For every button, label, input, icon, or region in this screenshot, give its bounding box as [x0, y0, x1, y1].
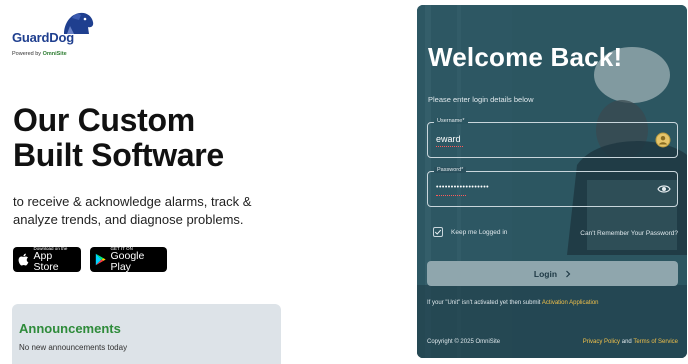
announcements-box: Announcements No new announcements today	[12, 304, 281, 364]
apple-icon	[18, 253, 29, 266]
chevron-right-icon	[566, 270, 571, 277]
footer-links: Privacy Policy and Terms of Service	[583, 339, 678, 345]
user-badge-icon[interactable]	[655, 132, 671, 148]
privacy-policy-link[interactable]: Privacy Policy	[583, 339, 620, 345]
app-store-label: App Store	[33, 250, 59, 273]
guard-dog-logo-icon	[64, 12, 94, 35]
login-button[interactable]: Login	[427, 261, 678, 286]
password-field[interactable]: Password* ••••••••••••••••••	[427, 167, 678, 207]
login-button-label: Login	[533, 268, 558, 279]
forgot-password-link[interactable]: Can't Remember Your Password?	[580, 230, 678, 237]
google-play-label: Google Play	[110, 250, 145, 273]
copyright-text: Copyright © 2025 OmniSite	[427, 339, 501, 345]
announcements-title: Announcements	[19, 321, 121, 336]
remember-checkbox[interactable]	[433, 227, 443, 237]
username-field[interactable]: Username* eward	[427, 118, 678, 158]
terms-of-service-link[interactable]: Terms of Service	[633, 339, 678, 345]
username-input[interactable]: eward	[436, 134, 461, 144]
spellcheck-underline	[436, 146, 463, 147]
activation-note: If your "Unit" isn't activated yet then …	[427, 300, 599, 306]
google-play-icon	[95, 253, 106, 266]
hero-line-2: Built Software	[13, 137, 224, 173]
store-badges: Download on the App Store GET IT ON Goog…	[13, 246, 167, 273]
activation-application-link[interactable]: Activation Application	[542, 300, 599, 306]
hero-line-1: Our Custom	[13, 102, 195, 138]
check-icon	[434, 229, 442, 235]
login-panel: Welcome Back! Please enter login details…	[417, 5, 687, 358]
announcements-text: No new announcements today	[19, 343, 128, 352]
eye-icon[interactable]	[657, 183, 671, 195]
footer-and: and	[621, 339, 632, 345]
brand-logo: GuardDog Powered by OmniSite	[12, 8, 102, 68]
login-footer: Copyright © 2025 OmniSite Privacy Policy…	[427, 339, 678, 345]
password-input[interactable]: ••••••••••••••••••	[436, 184, 489, 191]
username-label: Username*	[434, 118, 468, 124]
hero-title: Our Custom Built Software	[13, 103, 224, 173]
password-label: Password*	[434, 167, 467, 173]
hero-description: to receive & acknowledge alarms, track &…	[13, 194, 252, 227]
app-store-button[interactable]: Download on the App Store	[13, 246, 81, 273]
powered-by: Powered by OmniSite	[12, 51, 67, 57]
activation-note-text: If your "Unit" isn't activated yet then …	[427, 300, 541, 306]
google-play-button[interactable]: GET IT ON Google Play	[90, 246, 167, 273]
spellcheck-underline	[436, 195, 466, 196]
login-instructions: Please enter login details below	[428, 95, 534, 104]
remember-me[interactable]: Keep me Logged in	[433, 227, 507, 237]
welcome-title: Welcome Back!	[428, 42, 623, 72]
remember-label: Keep me Logged in	[451, 228, 508, 236]
